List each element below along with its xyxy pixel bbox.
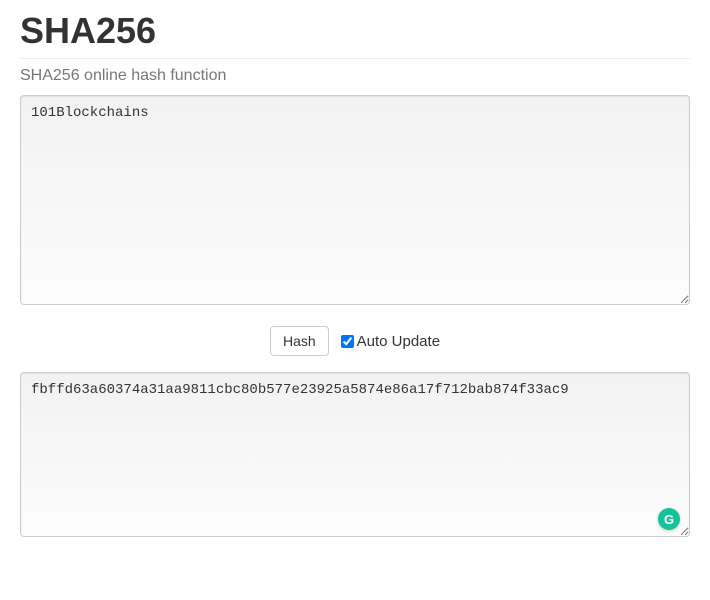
auto-update-label: Auto Update [357, 333, 440, 350]
header-divider [20, 58, 690, 59]
output-wrapper: fbffd63a60374a31aa9811cbc80b577e23925a58… [20, 372, 690, 542]
controls-row: Hash Auto Update [20, 326, 690, 356]
page-subtitle: SHA256 online hash function [20, 67, 690, 85]
auto-update-wrapper[interactable]: Auto Update [341, 333, 440, 350]
hash-input-textarea[interactable]: 101Blockchains [20, 95, 690, 305]
hash-output-textarea[interactable]: fbffd63a60374a31aa9811cbc80b577e23925a58… [20, 372, 690, 537]
auto-update-checkbox[interactable] [341, 335, 354, 348]
hash-button[interactable]: Hash [270, 326, 329, 356]
grammarly-icon[interactable]: G [658, 508, 680, 530]
page-title: SHA256 [20, 10, 690, 52]
